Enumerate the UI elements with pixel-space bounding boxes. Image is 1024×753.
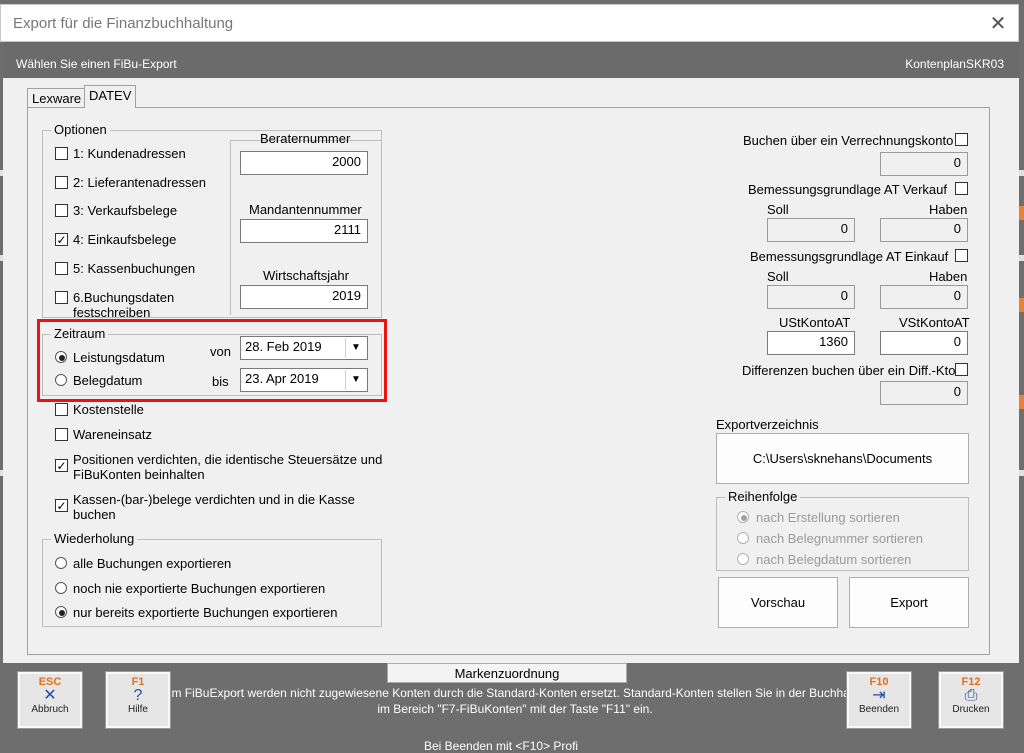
header-bar: Wählen Sie einen FiBu-Export KontenplanS… (3, 42, 1019, 78)
checkbox-festschreiben[interactable] (55, 291, 68, 304)
header-instruction: Wählen Sie einen FiBu-Export (16, 57, 177, 71)
exit-door-icon: ⇥ (872, 687, 886, 704)
checkbox-verrechnungskonto[interactable] (955, 133, 968, 146)
wirtschaftsjahr-field[interactable]: 2019 (240, 285, 368, 309)
checkbox-label: Positionen verdichten, die identische St… (73, 452, 383, 482)
bem-einkauf-soll-field[interactable]: 0 (767, 285, 855, 309)
key-label: Abbruch (31, 704, 69, 715)
bem-verkauf-soll-field[interactable]: 0 (767, 218, 855, 242)
beraternummer-label: Beraternummer (260, 131, 351, 146)
highlight-box (37, 319, 387, 402)
radio-bereits-exportiert[interactable] (55, 606, 67, 618)
radio-nie-exportiert[interactable] (55, 582, 67, 594)
checkbox-lieferantenadressen[interactable] (55, 176, 68, 189)
f1-hilfe-button[interactable]: F1 ? Hilfe (105, 671, 171, 729)
radio-nach-belegdatum[interactable] (737, 553, 749, 565)
export-dialog-window: Export für die Finanzbuchhaltung ✕ Wähle… (0, 0, 1024, 753)
radio-nach-erstellung[interactable] (737, 511, 749, 523)
checkbox-label: 2: Lieferantenadressen (73, 175, 206, 190)
diff-konto-field[interactable]: 0 (880, 381, 968, 405)
radio-label: nach Belegnummer sortieren (756, 531, 923, 546)
mandantennummer-field[interactable]: 2111 (240, 219, 368, 243)
esc-abbruch-button[interactable]: ESC ✕ Abbruch (17, 671, 83, 729)
verrechnungskonto-field[interactable]: 0 (880, 152, 968, 176)
chart-of-accounts-label: KontenplanSKR03 (905, 57, 1004, 71)
checkbox-kassenbuchungen[interactable] (55, 262, 68, 275)
group-title: Reihenfolge (725, 489, 801, 504)
exportverzeichnis-button[interactable]: C:\Users\sknehans\Documents (716, 433, 969, 484)
exportverzeichnis-label: Exportverzeichnis (716, 417, 819, 432)
radio-alle-buchungen[interactable] (55, 557, 67, 569)
checkbox-positionen-verdichten[interactable]: ✓ (55, 459, 68, 472)
soll-label: Soll (767, 269, 789, 284)
checkbox-label: Kassen-(bar-)belege verdichten und in di… (73, 492, 355, 522)
checkbox-label: 6.Buchungsdaten festschreiben (73, 290, 175, 320)
checkbox-label: Wareneinsatz (73, 427, 152, 442)
key-label: Hilfe (127, 704, 148, 715)
checkbox-kundenadressen[interactable] (55, 147, 68, 160)
window-title: Export für die Finanzbuchhaltung (13, 15, 234, 32)
checkbox-verkaufsbelege[interactable] (55, 204, 68, 217)
tab-datev[interactable]: DATEV (84, 85, 137, 108)
checkbox-label: 5: Kassenbuchungen (73, 261, 196, 276)
haben-label: Haben (929, 202, 968, 217)
f10-beenden-button[interactable]: F10 ⇥ Beenden (846, 671, 912, 729)
info-text: Beim FiBuExport werden nicht zugewiesene… (154, 686, 876, 716)
soll-label: Soll (767, 202, 789, 217)
haben-label: Haben (929, 269, 968, 284)
close-icon[interactable]: ✕ (983, 11, 1013, 37)
export-button[interactable]: Export (849, 577, 969, 628)
checkbox-kassenbelege-verdichten[interactable]: ✓ (55, 499, 68, 512)
bem-einkauf-haben-field[interactable]: 0 (880, 285, 968, 309)
title-bar: Export für die Finanzbuchhaltung ✕ (0, 4, 1019, 42)
printer-icon: ⎙ (964, 687, 978, 704)
radio-label: nach Belegdatum sortieren (756, 552, 912, 567)
bem-einkauf-label: Bemessungsgrundlage AT Einkauf (750, 249, 949, 264)
markenzuordnung-button[interactable]: Markenzuordnung (387, 663, 627, 683)
ustkonto-label: UStKontoAT (779, 315, 851, 330)
checkbox-label: 1: Kundenadressen (73, 146, 186, 161)
diff-konto-label: Differenzen buchen über ein Diff.-Kto. (742, 363, 960, 378)
radio-label: noch nie exportierte Buchungen exportier… (73, 581, 326, 596)
radio-label: alle Buchungen exportieren (73, 556, 232, 571)
radio-label: nur bereits exportierte Buchungen export… (73, 605, 338, 620)
tab-lexware[interactable]: Lexware (27, 88, 87, 108)
help-icon: ? (133, 687, 143, 704)
checkbox-wareneinsatz[interactable] (55, 428, 68, 441)
tab-label: DATEV (89, 88, 132, 103)
footer-hint: Bei Beenden mit <F10> Profi (424, 739, 579, 753)
close-icon: ✕ (43, 687, 57, 704)
group-title: Wiederholung (51, 531, 138, 546)
verrechnungskonto-label: Buchen über ein Verrechnungskonto (743, 133, 954, 148)
group-title: Optionen (51, 122, 110, 137)
checkbox-diff-konto[interactable] (955, 363, 968, 376)
checkbox-bem-einkauf[interactable] (955, 249, 968, 262)
vstkonto-field[interactable]: 0 (880, 331, 968, 355)
wirtschaftsjahr-label: Wirtschaftsjahr (263, 268, 349, 283)
vstkonto-label: VStKontoAT (899, 315, 970, 330)
checkbox-label: 3: Verkaufsbelege (73, 203, 178, 218)
bem-verkauf-haben-field[interactable]: 0 (880, 218, 968, 242)
beraternummer-field[interactable]: 2000 (240, 151, 368, 175)
vorschau-button[interactable]: Vorschau (718, 577, 838, 628)
mandantennummer-label: Mandantennummer (249, 202, 362, 217)
key-label: Beenden (858, 704, 900, 715)
tab-label: Lexware (32, 91, 82, 106)
bem-verkauf-label: Bemessungsgrundlage AT Verkauf (748, 182, 947, 197)
ustkonto-field[interactable]: 1360 (767, 331, 855, 355)
checkbox-bem-verkauf[interactable] (955, 182, 968, 195)
radio-label: nach Erstellung sortieren (756, 510, 900, 525)
f12-drucken-button[interactable]: F12 ⎙ Drucken (938, 671, 1004, 729)
checkbox-label: 4: Einkaufsbelege (73, 232, 177, 247)
checkbox-kostenstelle[interactable] (55, 403, 68, 416)
checkbox-label: Kostenstelle (73, 402, 144, 417)
key-label: Drucken (952, 704, 990, 715)
radio-nach-belegnummer[interactable] (737, 532, 749, 544)
checkbox-einkaufsbelege[interactable]: ✓ (55, 233, 68, 246)
